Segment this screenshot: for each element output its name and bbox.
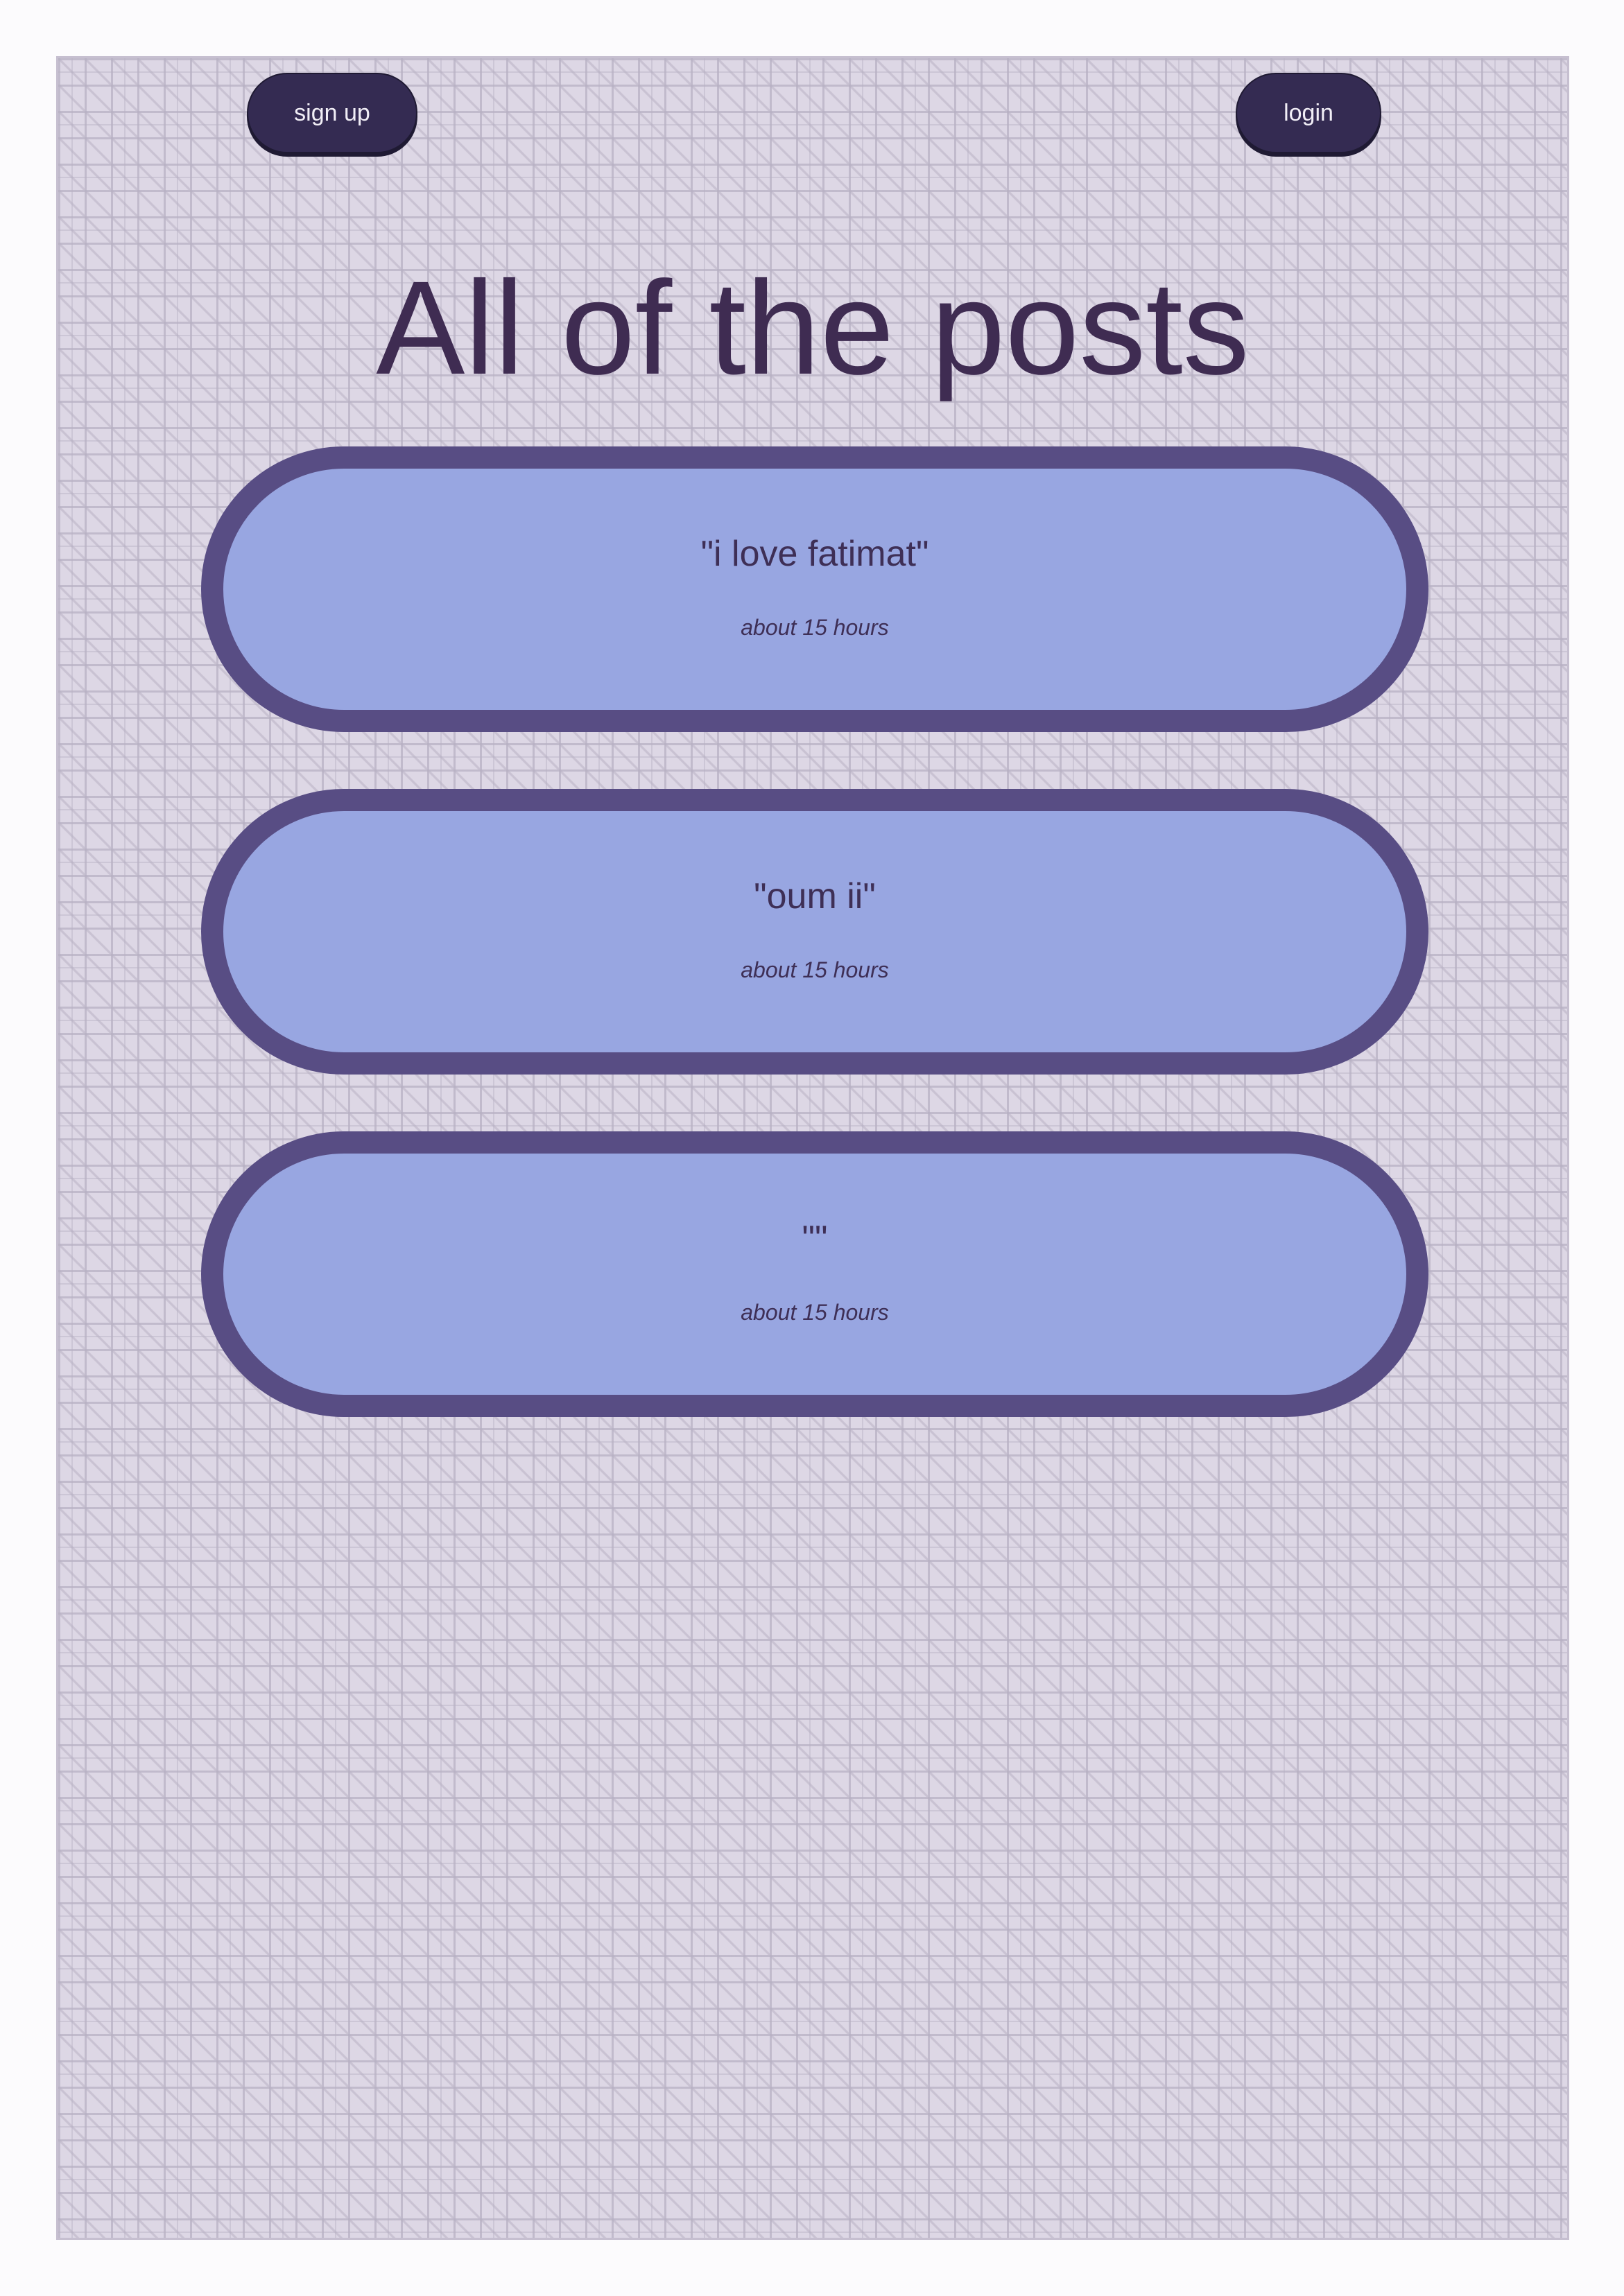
post-text: "i love fatimat" bbox=[700, 533, 929, 574]
post-card[interactable]: "i love fatimat" about 15 hours bbox=[201, 446, 1428, 732]
sign-up-button[interactable]: sign up bbox=[247, 73, 417, 153]
post-timestamp: about 15 hours bbox=[741, 614, 889, 640]
post-card[interactable]: "" about 15 hours bbox=[201, 1131, 1428, 1417]
post-timestamp: about 15 hours bbox=[741, 957, 889, 982]
login-button[interactable]: login bbox=[1236, 73, 1381, 153]
page-title: All of the posts bbox=[376, 253, 1250, 402]
post-list: "i love fatimat" about 15 hours "oum ii"… bbox=[201, 446, 1428, 1474]
post-text: "oum ii" bbox=[754, 876, 876, 916]
post-timestamp: about 15 hours bbox=[741, 1299, 889, 1325]
page-background: sign up login All of the posts "i love f… bbox=[56, 56, 1569, 2240]
post-text: "" bbox=[802, 1218, 828, 1259]
post-card[interactable]: "oum ii" about 15 hours bbox=[201, 789, 1428, 1075]
